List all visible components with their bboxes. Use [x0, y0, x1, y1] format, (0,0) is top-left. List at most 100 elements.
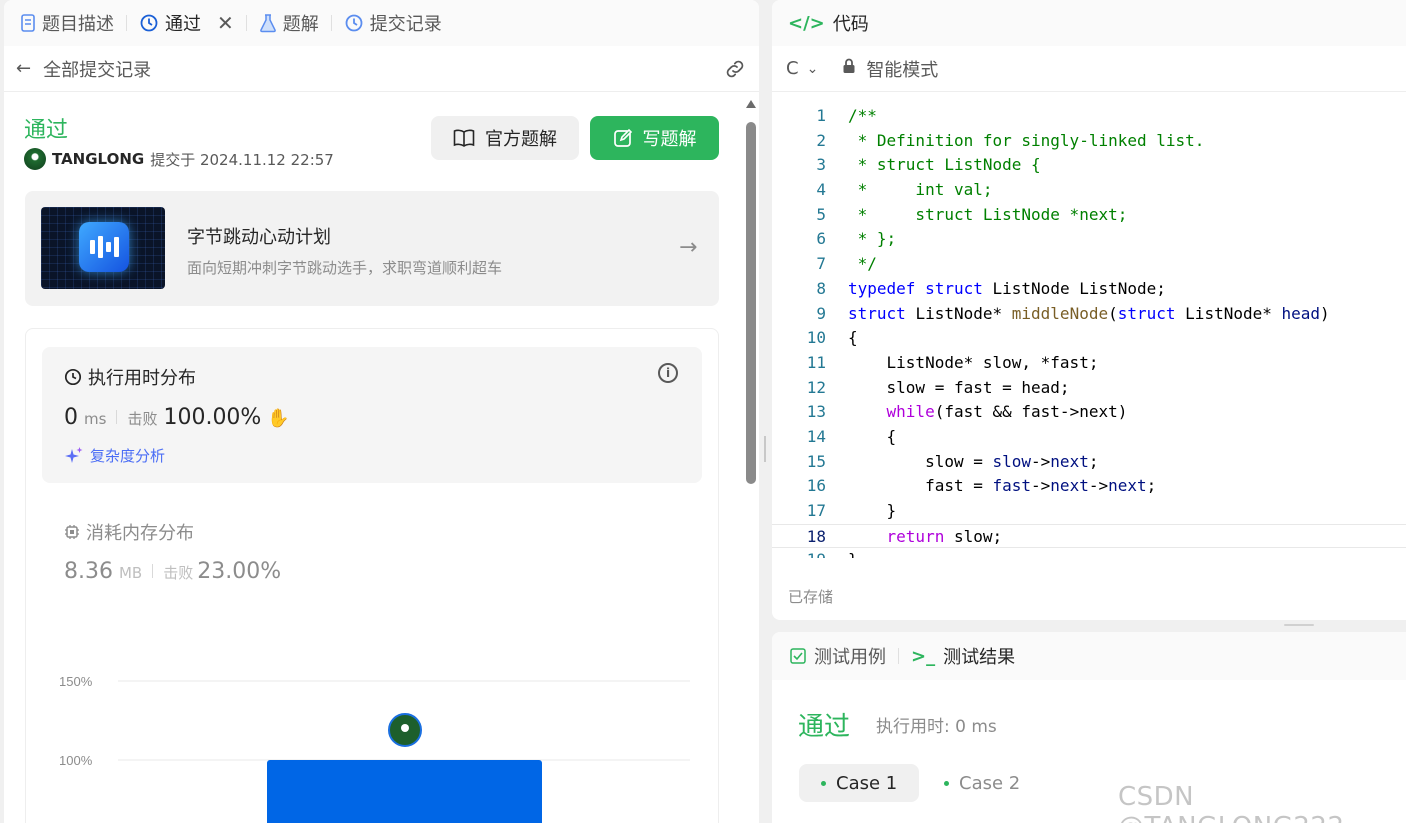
code-line: 4 * int val;	[816, 180, 993, 200]
code-line: 9 struct ListNode* middleNode(struct List…	[816, 303, 1330, 323]
chevron-down-icon: ⌄	[806, 60, 819, 77]
tab-description[interactable]: 题目描述	[20, 0, 114, 46]
tab-solutions[interactable]: 题解	[259, 0, 319, 46]
code-line: 2 * Definition for singly-linked list.	[816, 130, 1205, 150]
promo-subtitle: 面向短期冲刺字节跳动选手，求职弯道顺利超车	[187, 259, 503, 277]
chart-bar[interactable]	[267, 760, 542, 823]
tab-solutions-label: 题解	[282, 14, 319, 35]
lock-icon	[842, 58, 856, 79]
info-icon[interactable]: i	[658, 363, 678, 383]
tab-result-label: 测试结果	[943, 647, 1016, 668]
code-line: 19}	[772, 548, 1406, 558]
code-line: 16 fast = fast->next->next;	[806, 476, 1157, 496]
runtime-stats: 0 ms 击败 100.00% ✋	[64, 405, 290, 430]
complexity-analysis-link[interactable]: 复杂度分析	[64, 445, 165, 466]
promo-title: 字节跳动心动计划	[187, 227, 331, 248]
flask-icon	[259, 14, 276, 33]
left-tab-bar: 题目描述 通过 ✕ 题解 提交记录	[4, 0, 759, 46]
language-label: C	[786, 58, 799, 79]
code-icon: </>	[788, 12, 825, 34]
submitter-name[interactable]: TANGLONG	[52, 150, 144, 168]
write-solution-button[interactable]: 写题解	[590, 116, 719, 160]
code-line: 13 while(fast && fast->next)	[806, 402, 1128, 422]
link-icon[interactable]	[723, 57, 747, 81]
horizontal-resize-handle[interactable]	[1284, 624, 1314, 626]
runtime-distribution-chart: 150%100%50%	[59, 674, 690, 823]
runtime-panel[interactable]: 执行用时分布 i 0 ms 击败 100.00% ✋ 复杂度分析	[42, 347, 702, 483]
sparkle-icon	[65, 446, 83, 463]
left-panel: 题目描述 通过 ✕ 题解 提交记录 ← 全部提交记录 通过 TANGLONG 提…	[4, 0, 759, 823]
code-line: 7 */	[816, 254, 877, 274]
code-tab-label[interactable]: 代码	[833, 10, 869, 36]
app-root: 题目描述 通过 ✕ 题解 提交记录 ← 全部提交记录 通过 TANGLONG 提…	[0, 0, 1406, 823]
language-select[interactable]: C ⌄	[786, 58, 818, 79]
promo-banner[interactable]: 字节跳动心动计划 面向短期冲刺字节跳动选手，求职弯道顺利超车 →	[25, 191, 719, 306]
tab-divider	[245, 15, 247, 31]
checkbox-icon	[790, 648, 806, 664]
memory-beat-label: 击败	[163, 564, 194, 582]
runtime-beat-label: 击败	[127, 410, 158, 428]
memory-beat-value: 23.00%	[197, 559, 282, 584]
code-line-current: 18 return slow;	[772, 523, 1406, 549]
clap-icon: ✋	[267, 408, 290, 429]
tab-description-label: 题目描述	[42, 14, 114, 35]
tab-testcase[interactable]: 测试用例	[790, 643, 886, 669]
write-solution-label: 写题解	[642, 129, 697, 150]
smart-mode-label[interactable]: 智能模式	[866, 56, 938, 82]
promo-image	[41, 207, 165, 289]
result-tab-bar: 测试用例 >_ 测试结果	[772, 632, 1406, 680]
memory-title-label: 消耗内存分布	[86, 523, 194, 544]
result-runtime: 执行用时: 0 ms	[876, 717, 997, 737]
tab-divider	[898, 648, 899, 664]
watermark: CSDN @TANGLONG222	[1118, 782, 1344, 823]
code-line: 3 * struct ListNode {	[816, 155, 1041, 175]
tab-accepted[interactable]: 通过 ✕	[139, 0, 234, 46]
official-solution-button[interactable]: 官方题解	[431, 116, 579, 160]
pass-dot-icon	[944, 780, 949, 786]
tab-divider	[330, 15, 332, 31]
code-editor[interactable]: 1/** 2 * Definition for singly-linked li…	[772, 104, 1406, 558]
scroll-up-arrow-icon[interactable]	[746, 100, 756, 108]
memory-unit: MB	[118, 564, 143, 582]
runtime-unit: ms	[84, 410, 107, 428]
back-link[interactable]: 全部提交记录	[43, 56, 151, 82]
arrow-right-icon: →	[679, 235, 698, 260]
document-icon	[21, 14, 35, 32]
case-1-tab[interactable]: Case 1	[799, 764, 920, 802]
tab-submissions[interactable]: 提交记录	[344, 0, 442, 46]
edit-icon	[613, 128, 632, 147]
runtime-beat-value: 100.00%	[163, 405, 262, 430]
stats-card: 执行用时分布 i 0 ms 击败 100.00% ✋ 复杂度分析 消耗内存分布 …	[25, 328, 719, 823]
code-panel: </> 代码 C ⌄ 智能模式 1/** 2 * Definition for …	[772, 0, 1406, 620]
scrollbar-thumb[interactable]	[746, 122, 756, 484]
code-toolbar: C ⌄ 智能模式	[772, 46, 1406, 92]
complexity-analysis-label: 复杂度分析	[90, 447, 166, 465]
bytedance-logo-icon	[79, 222, 129, 272]
panel-resize-handle[interactable]	[764, 436, 766, 462]
memory-stats: 8.36 MB 击败 23.00%	[64, 559, 281, 584]
runtime-title: 执行用时分布	[64, 364, 196, 390]
tab-divider	[126, 15, 127, 31]
result-status: 通过	[798, 712, 851, 742]
runtime-value: 0	[64, 405, 78, 430]
y-tick-label: 100%	[59, 753, 93, 768]
code-line: 5 * struct ListNode *next;	[816, 204, 1128, 224]
case-2-tab[interactable]: Case 2	[922, 764, 1042, 802]
user-avatar-marker	[388, 713, 422, 747]
back-arrow-icon[interactable]: ←	[16, 58, 31, 79]
saved-status: 已存储	[788, 588, 834, 606]
close-icon[interactable]: ✕	[217, 11, 234, 35]
code-line: 1/**	[816, 106, 877, 125]
avatar[interactable]	[24, 148, 46, 170]
code-line: 14 {	[806, 426, 897, 446]
tab-submissions-label: 提交记录	[369, 14, 442, 35]
submission-status: 通过	[24, 118, 69, 143]
history-icon	[345, 14, 363, 32]
code-line: 8 typedef struct ListNode ListNode;	[816, 278, 1166, 298]
tab-result[interactable]: >_ 测试结果	[911, 643, 1015, 669]
memory-title[interactable]: 消耗内存分布	[64, 519, 194, 545]
code-line: 15 slow = slow->next;	[806, 451, 1099, 471]
code-line: 12 slow = fast = head;	[806, 377, 1070, 397]
code-tab-bar: </> 代码	[772, 0, 1406, 46]
memory-value: 8.36	[64, 559, 113, 584]
